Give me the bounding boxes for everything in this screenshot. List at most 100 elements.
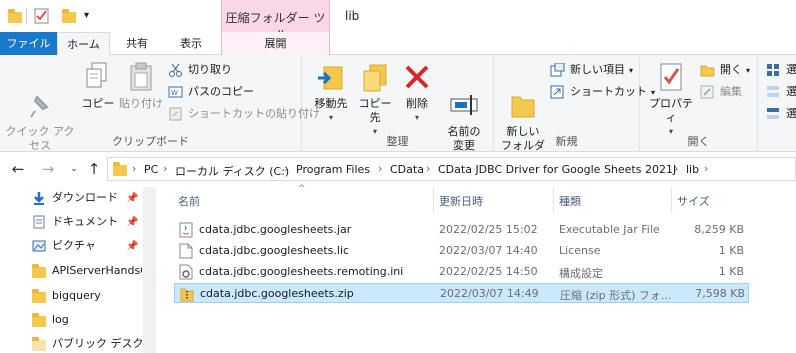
- folder-icon: [32, 289, 46, 303]
- column-divider[interactable]: [553, 187, 554, 213]
- properties-icon: [656, 61, 686, 93]
- open-dropdown-icon: ▾: [746, 66, 751, 75]
- title-bar: ▾ 圧縮フォルダー ツール lib: [0, 0, 796, 42]
- paste-shortcut-button[interactable]: ショートカットの貼り付け: [168, 105, 320, 123]
- properties-button[interactable]: プロパティ ▾: [646, 61, 696, 139]
- copy-path-button[interactable]: W パスのコピー: [168, 83, 254, 101]
- open-folder-icon: [700, 63, 715, 77]
- edit-label: 編集: [720, 85, 742, 98]
- nav-item-label: ダウンロード: [52, 191, 118, 204]
- file-row[interactable]: cdata.jdbc.googlesheets.remoting.ini 202…: [174, 262, 749, 282]
- nav-item-label: パブリック デスクトップ: [52, 337, 142, 350]
- pin-icon[interactable]: 📌: [126, 241, 138, 252]
- cut-button[interactable]: 切り取り: [168, 61, 232, 79]
- edit-button[interactable]: 編集: [700, 83, 742, 101]
- pictures-icon: [32, 239, 46, 253]
- organize-group-label: 整理: [386, 135, 409, 148]
- tab-file[interactable]: ファイル: [0, 32, 57, 55]
- nav-item-apiserverhandson[interactable]: APIServerHandsO: [30, 260, 142, 282]
- file-size: 1 KB: [718, 244, 744, 257]
- copy-to-button[interactable]: コピー先 ▾: [354, 61, 396, 139]
- breadcrumb-program-files[interactable]: Program Files: [296, 163, 370, 176]
- ribbon-tabs: ファイル ホーム 共有 表示 展開: [0, 32, 796, 56]
- file-row-selected[interactable]: cdata.jdbc.googlesheets.zip 2022/03/07 1…: [174, 283, 749, 303]
- paste-shortcut-label: ショートカットの貼り付け: [188, 107, 320, 120]
- paste-icon: [126, 61, 156, 93]
- zip-icon: [180, 286, 194, 302]
- download-icon: [32, 191, 46, 205]
- divider: [26, 8, 27, 24]
- cut-label: 切り取り: [188, 63, 232, 76]
- tab-view[interactable]: 表示: [168, 32, 214, 55]
- shortcut-icon: [550, 85, 565, 99]
- forward-arrow-icon[interactable]: →: [40, 160, 56, 178]
- breadcrumb-driver-folder[interactable]: CData JDBC Driver for Google Sheets 2021…: [438, 163, 676, 176]
- folder-icon: [32, 313, 46, 327]
- open-button[interactable]: 開く ▾: [700, 61, 750, 79]
- pin-icon[interactable]: 📌: [126, 217, 138, 228]
- tab-home[interactable]: ホーム: [57, 32, 110, 56]
- copy-path-label: パスのコピー: [188, 85, 254, 98]
- breadcrumb-separator-icon: ›: [284, 162, 289, 175]
- copy-to-icon: [360, 61, 390, 93]
- properties-check-icon[interactable]: [34, 8, 50, 24]
- column-divider[interactable]: [433, 187, 434, 213]
- nav-item-log[interactable]: log: [30, 309, 142, 331]
- jar-icon: [179, 222, 193, 238]
- copy-button[interactable]: コピー: [80, 61, 116, 111]
- file-row[interactable]: cdata.jdbc.googlesheets.lic 2022/03/07 1…: [174, 241, 749, 261]
- nav-item-label: bigquery: [52, 289, 101, 302]
- sort-ascending-icon: ^: [298, 184, 306, 194]
- up-arrow-icon[interactable]: ↑: [86, 160, 102, 178]
- tab-extract[interactable]: 展開: [221, 32, 330, 55]
- column-header-name[interactable]: 名前: [178, 193, 200, 209]
- back-arrow-icon[interactable]: ←: [10, 160, 26, 178]
- tab-share[interactable]: 共有: [114, 32, 160, 55]
- file-type: 圧縮 (zip 形式) フォ...: [560, 289, 670, 302]
- scissors-icon: [168, 63, 183, 77]
- select-none-button[interactable]: 選: [766, 83, 796, 101]
- move-to-icon: [316, 61, 346, 93]
- breadcrumb-lib[interactable]: lib: [686, 163, 699, 176]
- select-all-button[interactable]: 選: [766, 61, 796, 79]
- nav-item-public-desktop[interactable]: パブリック デスクトップ: [30, 333, 142, 353]
- file-size: 7,598 KB: [695, 287, 745, 300]
- file-date-modified: 2022/02/25 15:02: [439, 223, 538, 236]
- select-none-icon: [766, 85, 781, 99]
- recent-locations-chevron-icon[interactable]: ⌄: [66, 160, 82, 178]
- paste-shortcut-icon: [168, 107, 183, 121]
- move-to-label: 移動先: [314, 97, 348, 110]
- copy-icon: [83, 61, 113, 93]
- breadcrumb-pc[interactable]: PC: [144, 163, 158, 176]
- window-title: lib: [345, 9, 360, 23]
- file-size: 8,259 KB: [694, 223, 744, 236]
- nav-item-label: ピクチャ: [52, 239, 96, 252]
- address-bar[interactable]: › PC › ローカル ディスク (C:) › Program Files › …: [107, 157, 796, 181]
- quick-access-dropdown-icon[interactable]: ▾: [84, 8, 100, 24]
- nav-item-bigquery[interactable]: bigquery: [30, 285, 142, 307]
- breadcrumb-cdata[interactable]: CData: [390, 163, 424, 176]
- breadcrumb-local-disk[interactable]: ローカル ディスク (C:): [175, 163, 289, 179]
- move-to-button[interactable]: 移動先 ▾: [310, 61, 352, 125]
- delete-button[interactable]: 削除 ▾: [402, 61, 432, 125]
- breadcrumb-separator-icon: ›: [426, 162, 431, 175]
- delete-label: 削除: [406, 97, 428, 110]
- column-header-type[interactable]: 種類: [559, 193, 581, 209]
- copy-label: コピー: [81, 97, 115, 110]
- nav-pane-scrollbar[interactable]: [143, 187, 156, 353]
- column-header-size[interactable]: サイズ: [677, 193, 710, 209]
- new-item-icon: [550, 62, 565, 77]
- column-header-date-modified[interactable]: 更新日時: [439, 193, 483, 209]
- new-folder-icon[interactable]: [62, 8, 78, 24]
- pin-icon[interactable]: 📌: [126, 193, 138, 204]
- file-row[interactable]: cdata.jdbc.googlesheets.jar 2022/02/25 1…: [174, 220, 749, 240]
- invert-selection-label: 選: [786, 107, 796, 120]
- paste-button[interactable]: 貼り付け: [118, 61, 164, 111]
- breadcrumb-separator-icon: ›: [378, 162, 383, 175]
- folder-icon[interactable]: [8, 8, 24, 24]
- new-item-label: 新しい項目: [570, 63, 625, 76]
- properties-label: プロパティ: [649, 97, 693, 124]
- new-item-button[interactable]: 新しい項目 ▾: [550, 61, 633, 79]
- invert-selection-button[interactable]: 選: [766, 105, 796, 123]
- column-divider[interactable]: [671, 187, 672, 213]
